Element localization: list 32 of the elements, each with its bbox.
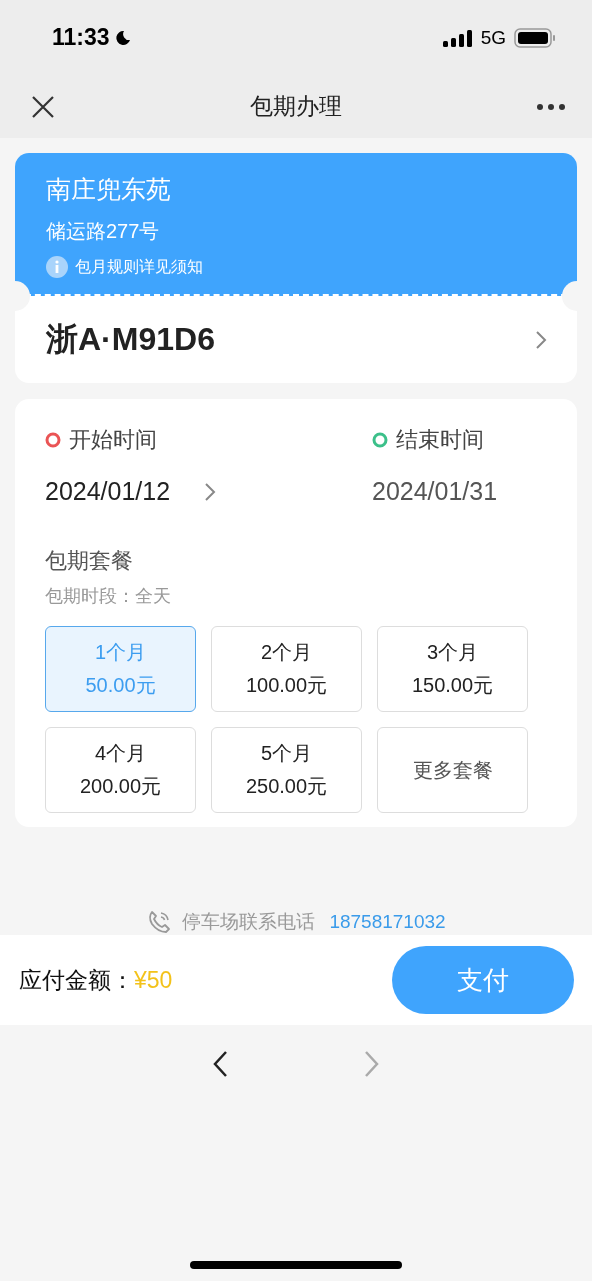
plan-option[interactable]: 5个月 250.00元 (211, 727, 362, 813)
page-title: 包期办理 (249, 92, 342, 121)
info-icon (46, 256, 68, 278)
plate-number[interactable]: 浙A·M91D6 (46, 317, 215, 362)
amount-label: 应付金额： (19, 965, 134, 995)
contact-label: 停车场联系电话 (182, 910, 316, 934)
chevron-right-icon[interactable] (535, 329, 547, 350)
network-label: 5G (480, 26, 506, 49)
end-date: 2024/01/31 (372, 477, 498, 506)
amount-value: ¥50 (134, 966, 173, 994)
moon-icon (113, 28, 132, 47)
close-icon[interactable] (31, 94, 55, 119)
status-time: 11:33 (52, 24, 110, 51)
more-plans-button[interactable]: 更多套餐 (377, 727, 528, 813)
start-date[interactable]: 2024/01/12 (45, 477, 171, 506)
parking-name: 南庄兜东苑 (46, 174, 172, 205)
end-label: 结束时间 (396, 426, 484, 454)
more-icon[interactable] (536, 102, 566, 111)
plan-option[interactable]: 4个月 200.00元 (45, 727, 196, 813)
phone-icon (146, 909, 173, 935)
plan-option[interactable]: 3个月 150.00元 (377, 626, 528, 712)
start-dot-icon (45, 432, 61, 448)
end-dot-icon (372, 432, 388, 448)
start-label: 开始时间 (69, 426, 157, 454)
signal-icon (442, 28, 473, 47)
parking-address: 储运路277号 (46, 219, 161, 244)
package-period: 包期时段：全天 (45, 585, 172, 608)
back-icon[interactable] (212, 1050, 228, 1078)
chevron-right-icon[interactable] (204, 481, 217, 502)
battery-icon (514, 27, 556, 48)
package-title: 包期套餐 (45, 547, 134, 575)
plan-option[interactable]: 2个月 100.00元 (211, 626, 362, 712)
